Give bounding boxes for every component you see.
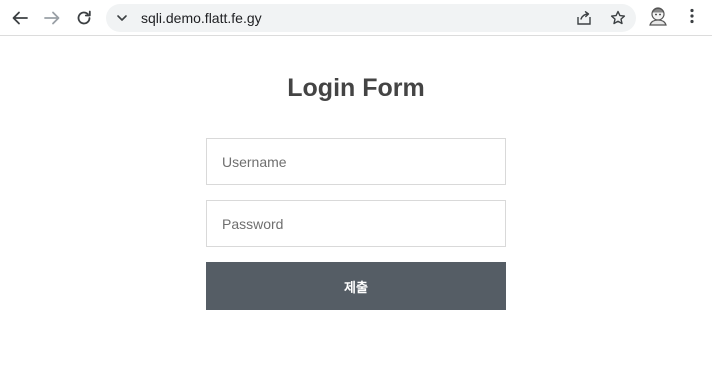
back-button[interactable] [8, 6, 32, 30]
profile-avatar-icon [647, 5, 669, 32]
forward-button[interactable] [40, 6, 64, 30]
password-field[interactable] [206, 200, 506, 247]
submit-button[interactable]: 제출 [206, 262, 506, 310]
page-title: Login Form [287, 74, 425, 102]
chevron-down-icon[interactable] [114, 10, 130, 26]
kebab-menu-icon [690, 8, 694, 29]
browser-toolbar: sqli.demo.flatt.fe.gy [0, 0, 712, 36]
browser-menu-button[interactable] [682, 6, 702, 30]
star-icon[interactable] [608, 8, 628, 28]
address-bar[interactable]: sqli.demo.flatt.fe.gy [106, 4, 636, 32]
arrow-left-icon [11, 9, 29, 27]
reload-icon [75, 9, 93, 27]
share-icon[interactable] [574, 8, 594, 28]
username-field[interactable] [206, 138, 506, 185]
profile-button[interactable] [646, 6, 670, 30]
url-text[interactable]: sqli.demo.flatt.fe.gy [141, 10, 262, 26]
arrow-right-icon [43, 9, 61, 27]
reload-button[interactable] [72, 6, 96, 30]
